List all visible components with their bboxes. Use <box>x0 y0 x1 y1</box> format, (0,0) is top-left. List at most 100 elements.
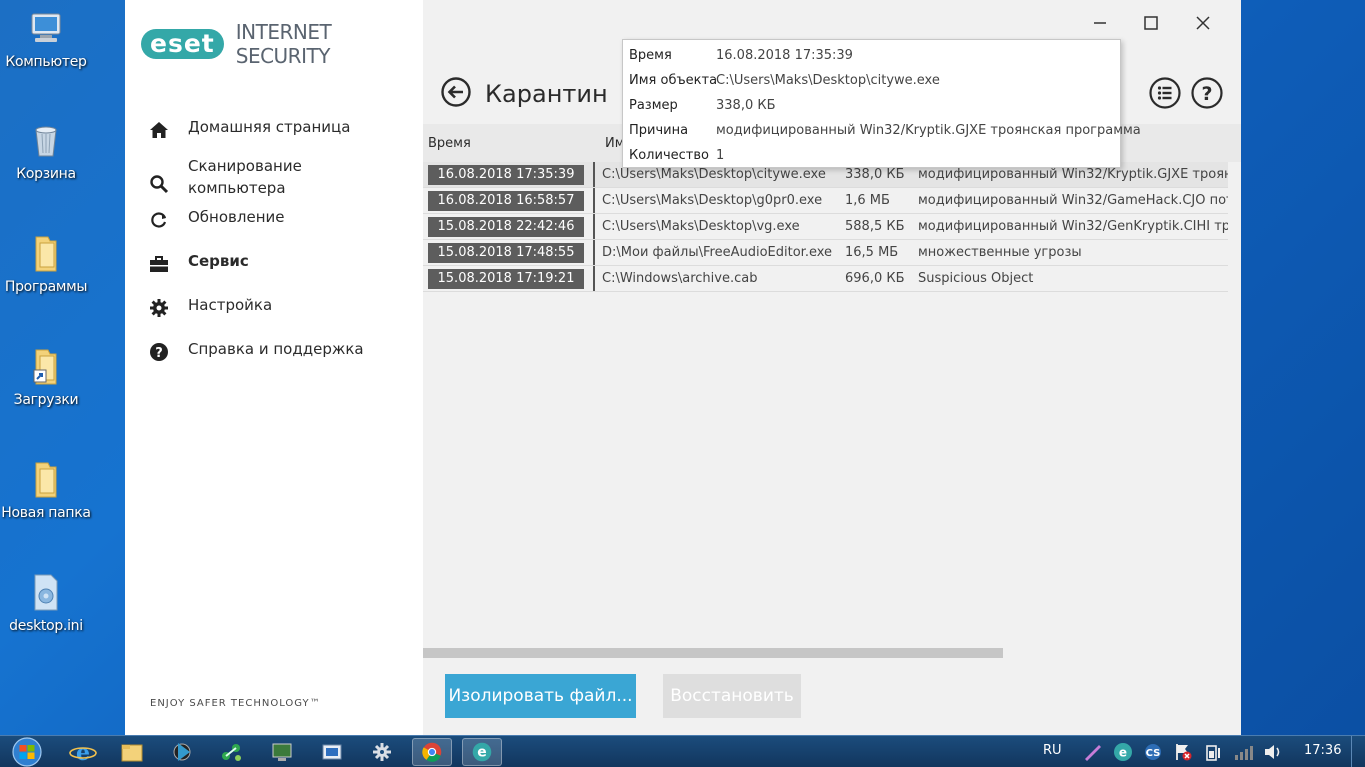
time-cell: 15.08.2018 22:42:46 <box>428 217 584 237</box>
close-icon[interactable] <box>1190 10 1216 36</box>
svg-text:?: ? <box>155 346 163 361</box>
desktop-icon-programs[interactable]: Программы <box>0 233 92 295</box>
desktop-icon-label: desktop.ini <box>9 618 83 634</box>
page-title: Карантин <box>485 80 608 108</box>
svg-text:e: e <box>477 745 486 761</box>
clock[interactable]: 17:36 <box>1304 743 1341 758</box>
time-cell: 15.08.2018 17:19:21 <box>428 269 584 289</box>
size-cell: 338,0 КБ <box>845 167 905 182</box>
show-desktop-button[interactable] <box>1351 736 1365 767</box>
computer-icon <box>31 13 61 42</box>
folder-shortcut-icon <box>33 349 57 385</box>
quarantine-tooltip: Время 16.08.2018 17:35:39 Имя объекта C:… <box>622 39 1141 168</box>
path-cell: C:\Users\Maks\Desktop\vg.exe <box>602 219 800 234</box>
svg-text:e: e <box>1119 746 1127 760</box>
file-explorer-icon[interactable] <box>112 738 152 766</box>
time-cell: 16.08.2018 17:35:39 <box>428 165 584 185</box>
svg-text:?: ? <box>1201 83 1212 105</box>
horizontal-scrollbar[interactable] <box>423 647 1241 659</box>
nav-item-update[interactable]: Обновление <box>149 208 409 252</box>
column-header-time[interactable]: Время <box>428 136 471 151</box>
nav-label: Справка и поддержка <box>188 340 364 358</box>
reason-cell: модифицированный Win32/GameHack.CJO поте… <box>918 193 1228 208</box>
reason-cell: Suspicious Object <box>918 271 1034 286</box>
desktop-icon-desktop-ini[interactable]: desktop.ini <box>0 572 92 634</box>
nav-item-help[interactable]: ? Справка и поддержка <box>149 340 409 384</box>
back-arrow-icon[interactable] <box>441 77 471 107</box>
table-row[interactable]: 15.08.2018 17:48:55 D:\Мои файлы\FreeAud… <box>423 240 1228 266</box>
path-cell: C:\Users\Maks\Desktop\citywe.exe <box>602 167 826 182</box>
reason-cell: модифицированный Win32/GenKryptik.CIHI т… <box>918 219 1228 234</box>
size-cell: 1,6 МБ <box>845 193 890 208</box>
power-icon[interactable] <box>1202 742 1224 762</box>
ccleaner-tray-icon[interactable]: CS <box>1142 742 1164 762</box>
network-icon[interactable] <box>1232 742 1254 762</box>
desktop-icon-label: Загрузки <box>13 392 79 408</box>
tooltip-key: Время <box>629 48 672 63</box>
restore-button: Восстановить <box>663 674 801 718</box>
gear-icon <box>149 296 188 322</box>
volume-icon[interactable] <box>1262 742 1284 762</box>
path-cell: C:\Windows\archive.cab <box>602 271 758 286</box>
monitor-app-icon[interactable] <box>262 738 302 766</box>
help-icon[interactable]: ? <box>1191 77 1223 109</box>
internet-explorer-icon[interactable]: e <box>63 738 103 766</box>
settings-gear-icon[interactable] <box>362 738 402 766</box>
desktop-icon-computer[interactable]: Компьютер <box>0 8 92 70</box>
desktop-icon-label: Программы <box>4 279 88 295</box>
desktop-icon-new-folder[interactable]: Новая папка <box>0 459 92 521</box>
tooltip-value: модифицированный Win32/Kryptik.GJXE троя… <box>716 123 1141 138</box>
column-separator <box>593 266 595 291</box>
eset-tray-icon[interactable]: e <box>1112 741 1134 763</box>
desktop-icon-label: Новая папка <box>1 505 91 521</box>
desktop-icon-downloads[interactable]: Загрузки <box>0 346 92 408</box>
reason-cell: множественные угрозы <box>918 245 1082 260</box>
tooltip-value: C:\Users\Maks\Desktop\citywe.exe <box>716 73 940 88</box>
tagline: ENJOY SAFER TECHNOLOGY™ <box>150 698 321 709</box>
column-separator <box>593 188 595 213</box>
time-cell: 15.08.2018 17:48:55 <box>428 243 584 263</box>
nav-label: Домашняя страница <box>188 118 351 136</box>
action-center-flag-icon[interactable] <box>1172 742 1194 762</box>
search-icon <box>149 162 188 198</box>
minimize-icon[interactable] <box>1087 10 1113 36</box>
maximize-icon[interactable] <box>1138 10 1164 36</box>
list-view-icon[interactable] <box>1149 77 1181 109</box>
start-button-icon[interactable] <box>4 737 50 767</box>
sidebar: eset INTERNET SECURITY Домашняя страница… <box>125 0 423 735</box>
table-row[interactable]: 15.08.2018 17:19:21 C:\Windows\archive.c… <box>423 266 1228 292</box>
toolbox-icon <box>149 252 188 278</box>
svg-text:e: e <box>76 740 90 766</box>
tooltip-key: Имя объекта <box>629 73 718 88</box>
column-separator <box>593 162 595 187</box>
nav-label: Настройка <box>188 296 273 314</box>
taskbar: e e RU e CS 17:36 <box>0 735 1365 767</box>
media-player-icon[interactable] <box>162 738 202 766</box>
column-separator <box>593 240 595 265</box>
column-separator <box>593 214 595 239</box>
nav-label: Сканирование компьютера <box>188 157 302 197</box>
tooltip-value: 16.08.2018 17:35:39 <box>716 48 853 63</box>
chrome-icon[interactable] <box>412 738 452 766</box>
path-cell: D:\Мои файлы\FreeAudioEditor.exe <box>602 245 833 260</box>
language-indicator[interactable]: RU <box>1043 743 1062 758</box>
nav-item-tools[interactable]: Сервис <box>149 252 409 296</box>
desktop-icon-label: Корзина <box>16 166 76 182</box>
scrollbar-thumb[interactable] <box>423 648 1003 658</box>
svg-text:CS: CS <box>1146 748 1161 759</box>
tooltip-key: Количество <box>629 148 709 163</box>
pen-icon[interactable] <box>1082 742 1104 762</box>
eset-taskbar-icon[interactable]: e <box>462 738 502 766</box>
home-icon <box>149 118 188 144</box>
desktop-icon-recycle-bin[interactable]: Корзина <box>0 120 92 182</box>
path-cell: C:\Users\Maks\Desktop\g0pr0.exe <box>602 193 823 208</box>
system-app-icon[interactable] <box>312 738 352 766</box>
product-name: INTERNET SECURITY <box>235 20 332 68</box>
quarantine-list: 16.08.2018 17:35:39 C:\Users\Maks\Deskto… <box>423 162 1228 292</box>
nav-item-settings[interactable]: Настройка <box>149 296 409 340</box>
table-row[interactable]: 15.08.2018 22:42:46 C:\Users\Maks\Deskto… <box>423 214 1228 240</box>
network-tool-icon[interactable] <box>212 738 252 766</box>
table-row[interactable]: 16.08.2018 16:58:57 C:\Users\Maks\Deskto… <box>423 188 1228 214</box>
isolate-file-button[interactable]: Изолировать файл... <box>445 674 636 718</box>
nav-item-scan[interactable]: Сканирование компьютера <box>149 157 409 208</box>
